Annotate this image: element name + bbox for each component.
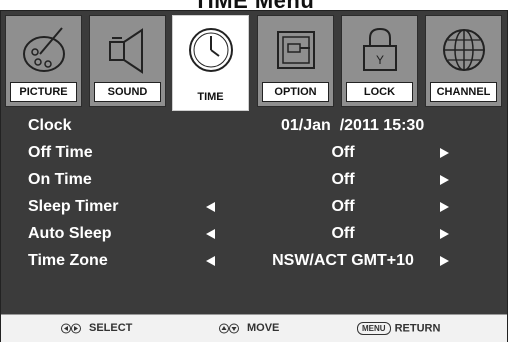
time-settings-list: Clock 01/Jan /2011 15:30 Off Time Off On…: [2, 111, 506, 281]
row-off-time[interactable]: Off Time Off: [28, 141, 498, 167]
return-label: RETURN: [394, 322, 441, 335]
row-label: On Time: [28, 171, 92, 188]
menu-window: PICTURE SOUND TIME OPTION Y LOCK CHANNEL…: [0, 10, 508, 342]
select-label: SELECT: [89, 322, 133, 334]
left-arrow-icon[interactable]: [206, 202, 215, 212]
tab-label: OPTION: [262, 82, 329, 102]
row-time-zone[interactable]: Time Zone NSW/ACT GMT+10: [28, 249, 498, 275]
row-on-time[interactable]: On Time Off: [28, 168, 498, 194]
row-value: Off: [331, 225, 355, 242]
row-label: Clock: [28, 117, 72, 134]
tab-option[interactable]: OPTION: [257, 15, 334, 107]
row-label: Auto Sleep: [28, 225, 112, 242]
lock-icon: Y: [362, 27, 397, 71]
left-arrow-icon[interactable]: [206, 256, 215, 266]
left-right-keys-icon: [61, 323, 81, 334]
tab-sound[interactable]: SOUND: [89, 15, 166, 107]
picture-icon: [22, 27, 65, 72]
hint-move: MOVE: [219, 322, 279, 334]
right-arrow-icon[interactable]: [440, 202, 449, 212]
svg-text:Y: Y: [375, 53, 383, 67]
tab-channel[interactable]: CHANNEL: [425, 15, 502, 107]
row-clock[interactable]: Clock 01/Jan /2011 15:30: [28, 114, 498, 140]
footer-hints: SELECT MOVE MENU RETURN: [1, 314, 507, 342]
menu-key-icon: MENU: [357, 322, 391, 335]
row-label: Off Time: [28, 144, 93, 161]
speaker-icon: [108, 28, 143, 74]
right-arrow-icon[interactable]: [440, 256, 449, 266]
tab-time[interactable]: TIME: [172, 15, 249, 111]
right-arrow-icon[interactable]: [440, 229, 449, 239]
tab-bar: PICTURE SOUND TIME OPTION Y LOCK CHANNEL: [5, 15, 503, 111]
tab-lock[interactable]: Y LOCK: [341, 15, 418, 107]
tab-picture[interactable]: PICTURE: [5, 15, 82, 107]
row-label: Time Zone: [28, 252, 108, 269]
right-arrow-icon[interactable]: [440, 175, 449, 185]
hint-return: MENU RETURN: [357, 322, 440, 335]
move-label: MOVE: [247, 322, 280, 334]
clock-icon: [188, 28, 233, 72]
row-value: Off: [331, 171, 355, 188]
clock-value: 01/Jan /2011 15:30: [281, 117, 425, 134]
row-value: Off: [331, 198, 355, 215]
row-value: Off: [331, 144, 355, 161]
right-arrow-icon[interactable]: [440, 148, 449, 158]
row-label: Sleep Timer: [28, 198, 119, 215]
tab-label: TIME: [177, 88, 244, 108]
left-arrow-icon[interactable]: [206, 229, 215, 239]
option-icon: [276, 31, 315, 69]
row-sleep-timer[interactable]: Sleep Timer Off: [28, 195, 498, 221]
tab-label: LOCK: [346, 82, 413, 102]
row-auto-sleep[interactable]: Auto Sleep Off: [28, 222, 498, 248]
tab-label: PICTURE: [10, 82, 77, 102]
tab-label: SOUND: [94, 82, 161, 102]
row-value: NSW/ACT GMT+10: [272, 252, 414, 269]
hint-select: SELECT: [61, 322, 132, 334]
tab-label: CHANNEL: [430, 82, 497, 102]
globe-icon: [442, 29, 485, 71]
up-down-keys-icon: [219, 323, 239, 334]
